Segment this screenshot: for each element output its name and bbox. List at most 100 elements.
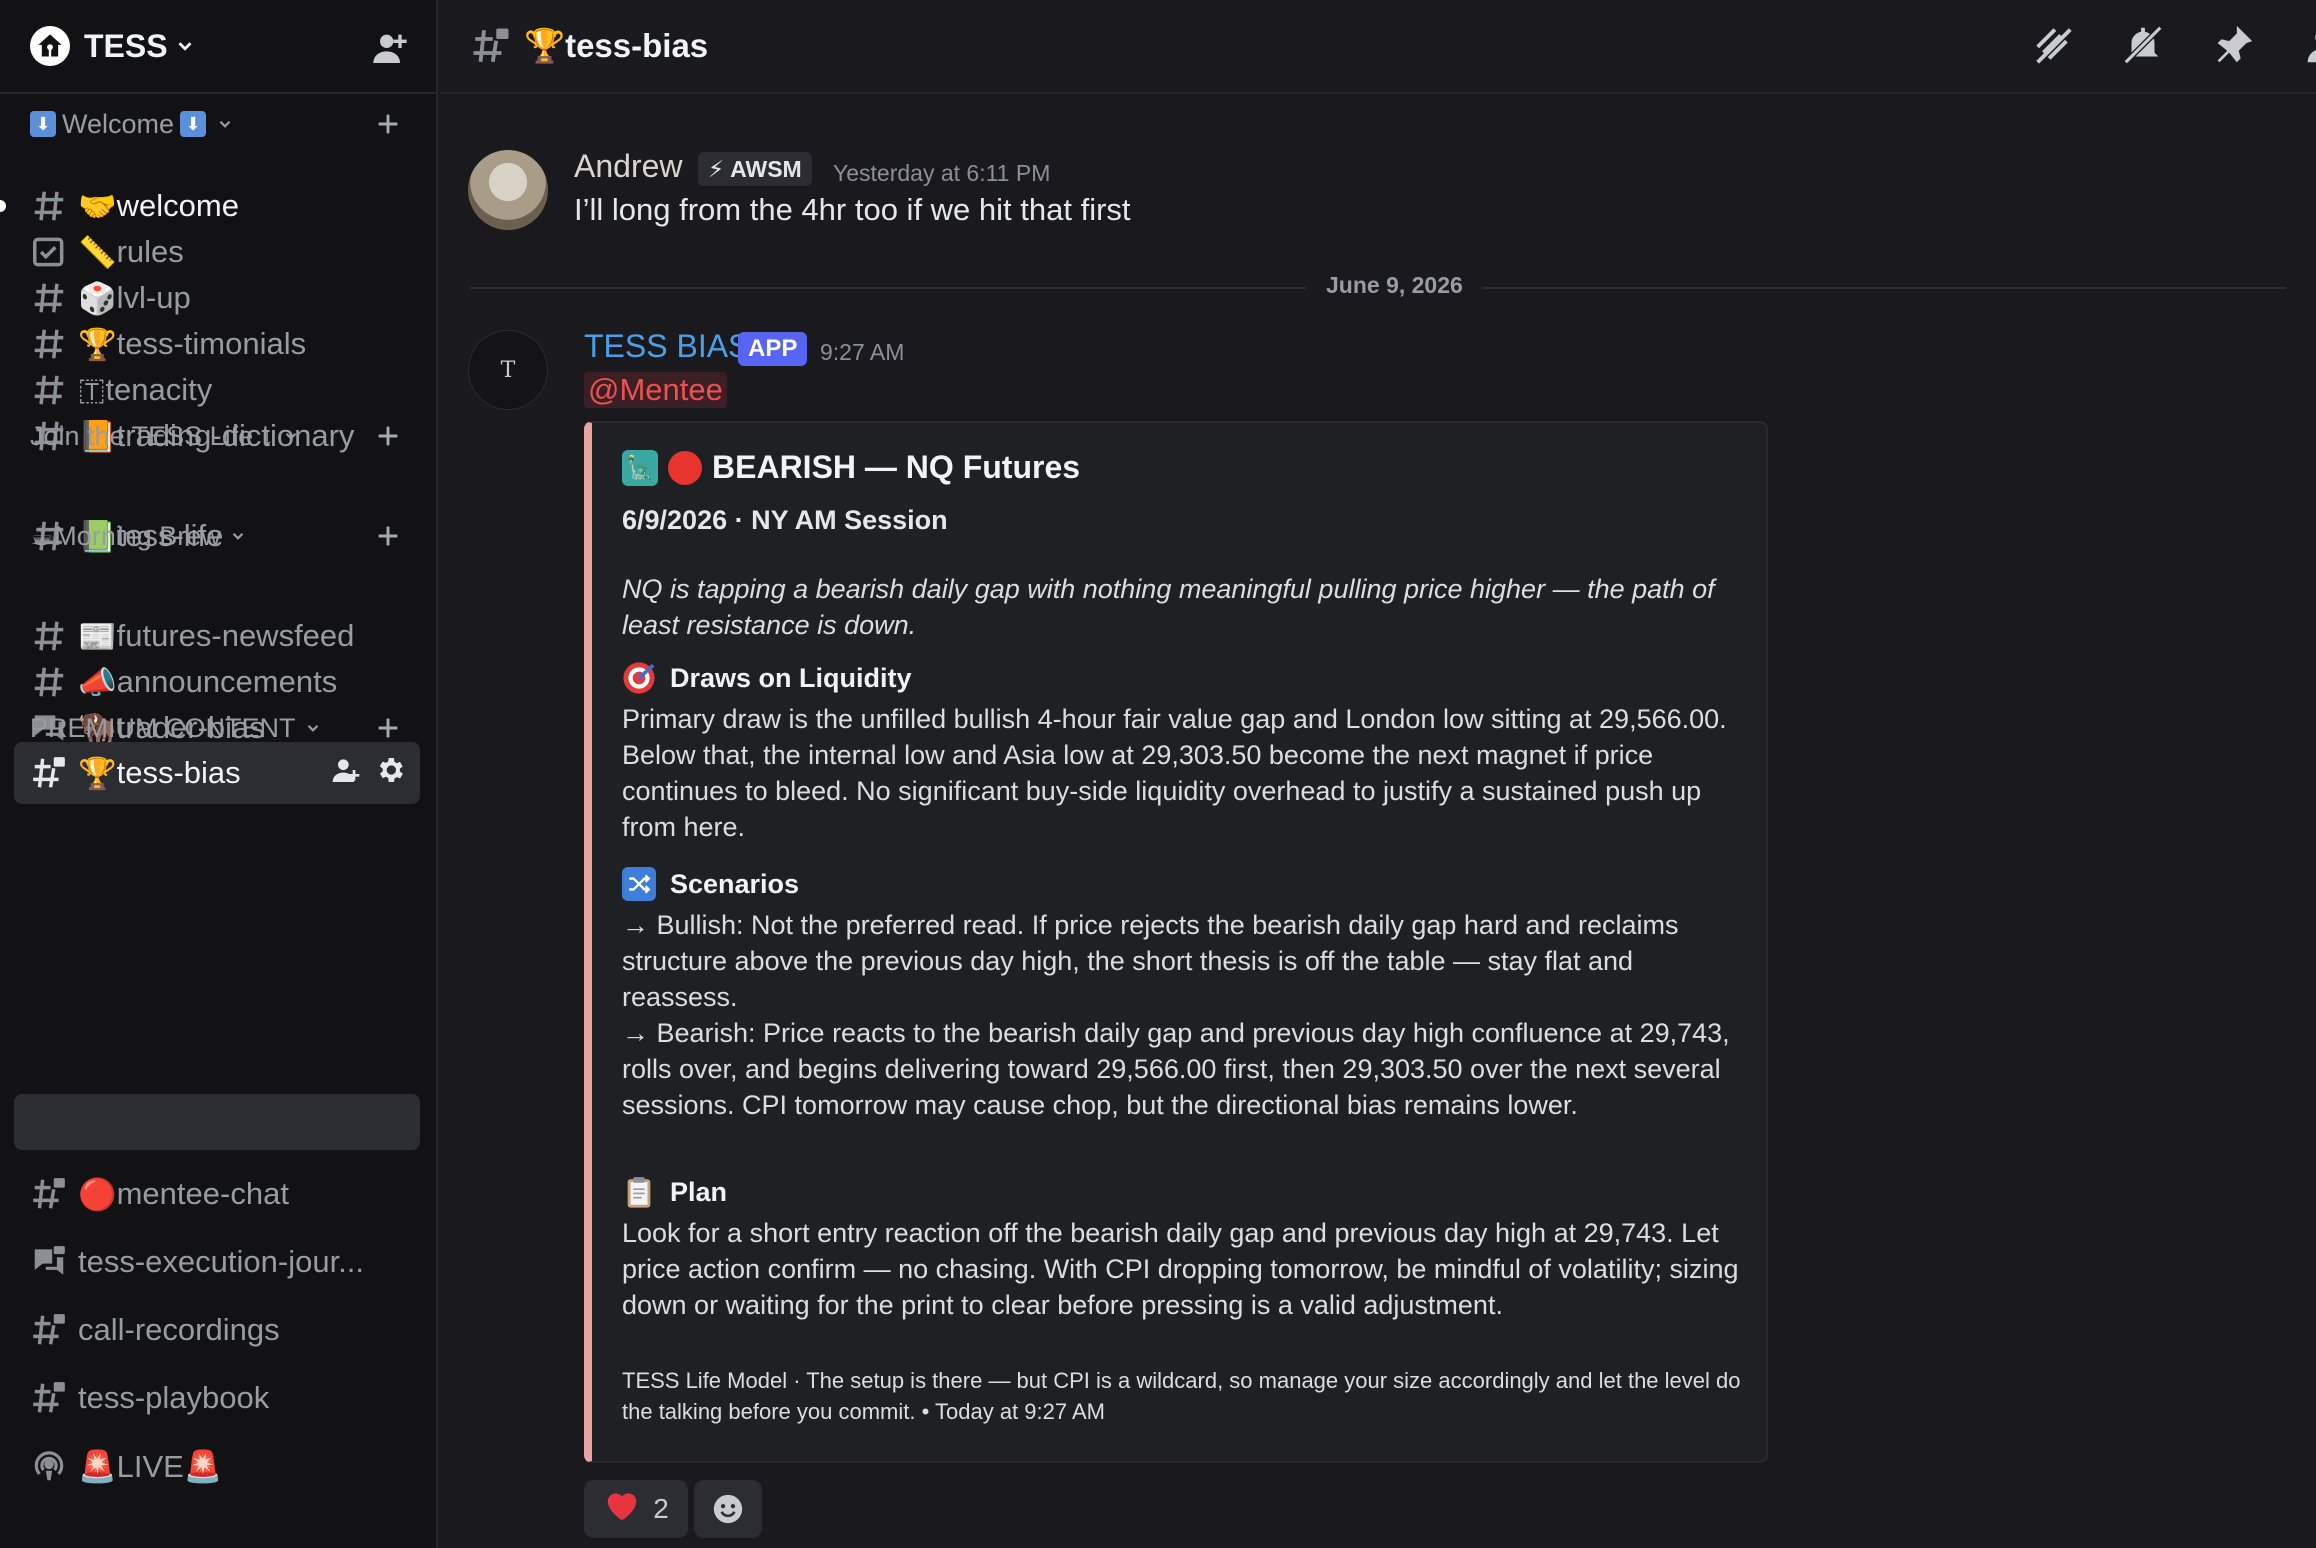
- bot-avatar[interactable]: T: [468, 330, 548, 410]
- chevron-down-icon: [232, 532, 244, 540]
- add-reaction-button[interactable]: [694, 1480, 762, 1538]
- clipboard-icon: [622, 1175, 656, 1209]
- chevron-down-icon: [307, 724, 318, 732]
- locked-forum-icon: [34, 1246, 65, 1275]
- locked-hash-icon: [33, 1178, 65, 1209]
- channel-name: tenacity: [105, 372, 213, 407]
- server-name: TESS: [84, 27, 168, 64]
- avatar[interactable]: [468, 150, 548, 230]
- header-toolbar: [2030, 22, 2316, 68]
- target-icon: [622, 661, 656, 695]
- tag-label: AWSM: [730, 155, 802, 182]
- threads-icon[interactable]: [2030, 22, 2076, 68]
- category-label: Welcome: [62, 108, 175, 139]
- section-heading: Scenarios: [622, 867, 799, 901]
- user-tag-badge: ⚡ AWSM: [698, 152, 812, 186]
- channel-emoji: 🎲: [78, 280, 117, 316]
- category-join-tess-life[interactable]: Join the TESS Life ↓: [30, 416, 300, 456]
- add-channel-icon[interactable]: [374, 522, 402, 550]
- hash-icon: [34, 375, 64, 405]
- channel-mentee-chat[interactable]: 🔴 mentee-chat: [14, 1166, 420, 1222]
- add-channel-icon[interactable]: [374, 422, 402, 450]
- create-invite-icon[interactable]: [330, 754, 362, 786]
- red-circle-icon: [668, 450, 702, 485]
- channel-emoji: 🤝: [78, 188, 117, 224]
- pin-icon[interactable]: [2210, 22, 2256, 68]
- channel-name: tess-execution-jour...: [78, 1244, 365, 1279]
- user-mention[interactable]: @Mentee: [584, 372, 727, 408]
- member-list-icon[interactable]: [2300, 22, 2316, 68]
- category-label: Join the TESS Life ↓: [30, 420, 275, 451]
- channel-emoji: 📏: [78, 234, 117, 270]
- message-author[interactable]: Andrew: [574, 148, 683, 185]
- section-heading: Draws on Liquidity: [622, 661, 912, 695]
- reaction-count: 2: [653, 1493, 669, 1524]
- hash-icon: [34, 191, 64, 221]
- add-channel-icon[interactable]: [374, 714, 402, 742]
- message-timestamp: 9:27 AM: [820, 339, 905, 365]
- unread-indicator: [0, 200, 6, 212]
- category-morning-brew[interactable]: ☕Morning Brew: [30, 516, 247, 556]
- notification-bell-muted-icon[interactable]: [2120, 22, 2166, 68]
- hash-icon: [34, 283, 64, 313]
- channel-name: announcements: [116, 664, 338, 699]
- section-heading-text: Scenarios: [670, 868, 800, 899]
- embed-title-text: BEARISH — NQ Futures: [712, 449, 1081, 485]
- category-label: PREMIUM CONTENT: [30, 712, 296, 743]
- channel-name: call-recordings: [78, 1312, 280, 1347]
- channel-emoji: 🇹: [78, 371, 106, 407]
- lightning-icon: ⚡: [708, 155, 725, 182]
- channel-title: 🏆tess-bias: [524, 26, 709, 64]
- section-body: → Bearish: Price reacts to the bearish d…: [622, 1018, 1730, 1120]
- heart-icon: [603, 1487, 641, 1532]
- stage-icon: [34, 1451, 64, 1481]
- channel-name: mentee-chat: [116, 1176, 289, 1211]
- section-heading-text: Draws on Liquidity: [670, 662, 912, 693]
- invite-people-icon[interactable]: [370, 28, 410, 68]
- hash-icon: [34, 621, 64, 651]
- embed-title: 🗽 BEARISH — NQ Futures: [622, 449, 1080, 486]
- channel-emoji: 🏆: [78, 326, 117, 362]
- channel-tess-bias-active[interactable]: 🏆 tess-bias: [14, 742, 420, 804]
- category-label: ☕Morning Brew: [30, 520, 221, 551]
- shuffle-icon: [622, 867, 656, 901]
- reaction-heart[interactable]: 2: [584, 1480, 688, 1538]
- category-welcome[interactable]: ⬇ Welcome ⬇: [30, 104, 234, 144]
- channel-emoji: 📰: [78, 618, 117, 654]
- chevron-down-icon: [178, 42, 192, 51]
- locked-hash-icon: [33, 757, 65, 788]
- channel-live[interactable]: 🚨 LIVE🚨: [14, 1438, 420, 1494]
- section-body: → Bullish: Not the preferred read. If pr…: [622, 910, 1679, 1012]
- down-arrow-box-icon: ⬇: [30, 111, 56, 137]
- channel-emoji: 📣: [78, 664, 117, 700]
- statue-of-liberty-icon: 🗽: [622, 449, 658, 486]
- embed-summary: NQ is tapping a bearish daily gap with n…: [622, 574, 1715, 640]
- channel-emoji: 🏆: [78, 755, 117, 791]
- section-heading-text: Plan: [670, 1176, 728, 1207]
- channel-name: tess-bias: [116, 755, 241, 790]
- channel-tess-bias[interactable]: [14, 1094, 420, 1150]
- chevron-down-icon: [285, 432, 297, 440]
- locked-hash-icon: [33, 1314, 65, 1345]
- channel-name: LIVE🚨: [116, 1448, 223, 1484]
- message-author[interactable]: TESS BIAS: [584, 328, 749, 365]
- hash-icon: [34, 667, 64, 697]
- add-channel-icon[interactable]: [374, 110, 402, 138]
- section-heading: Plan: [622, 1175, 727, 1209]
- channel-name: tess-playbook: [78, 1380, 270, 1415]
- channel-call-recordings[interactable]: call-recordings: [14, 1302, 420, 1358]
- date-divider-label: June 9, 2026: [1306, 272, 1483, 299]
- channel-name: rules: [116, 234, 184, 269]
- rules-checkbox-icon: [33, 237, 64, 267]
- server-logo-icon: [30, 26, 70, 66]
- channel-name: lvl-up: [116, 280, 191, 315]
- channel-emoji: 🚨: [78, 1448, 117, 1484]
- channel-tess-execution-journal[interactable]: tess-execution-jour...: [14, 1234, 420, 1290]
- channel-name: futures-newsfeed: [116, 618, 355, 653]
- section-body: Primary draw is the unfilled bullish 4-h…: [622, 704, 1727, 842]
- server-header[interactable]: TESS: [0, 0, 436, 94]
- discord-window: TESS ⬇ Welcome ⬇ 🤝 welcome 📏 rules 🎲 lvl…: [0, 0, 2316, 1548]
- channel-tess-playbook[interactable]: tess-playbook: [14, 1370, 420, 1426]
- gear-icon[interactable]: [374, 754, 406, 786]
- app-badge: APP: [738, 332, 808, 366]
